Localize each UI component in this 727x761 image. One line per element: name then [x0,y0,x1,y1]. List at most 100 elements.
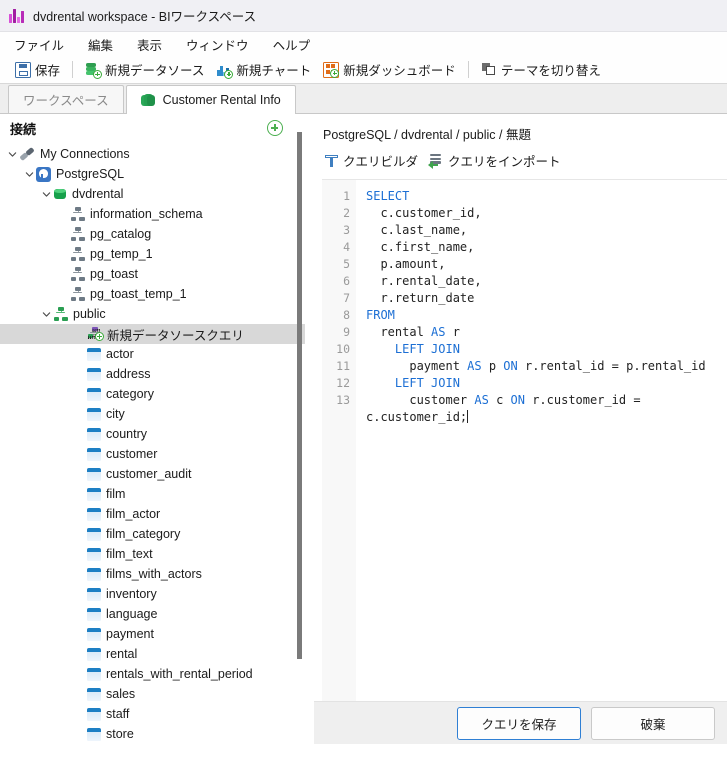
chevron-down-icon[interactable] [23,170,36,179]
tree-item-pg_toast_temp_1[interactable]: pg_toast_temp_1 [0,284,305,304]
sql-keyword: AS [467,359,482,373]
tree-item-films_with_actors[interactable]: films_with_actors [0,564,305,584]
sql-keyword: FROM [366,308,395,322]
line-number: 4 [343,240,350,254]
switch-theme-button[interactable]: テーマを切り替え [475,59,607,81]
tree-item-label: pg_catalog [90,227,152,241]
tab-workspace[interactable]: ワークスペース [8,85,124,113]
discard-button[interactable]: 破棄 [591,706,715,740]
sql-line: customer AS c ON r.customer_id = c.custo… [366,392,721,426]
tree-item-address[interactable]: address [0,364,305,384]
tree-item-dvdrental[interactable]: dvdrental [0,184,305,204]
save-query-button[interactable]: クエリを保存 [457,706,581,740]
new-datasource-label: 新規データソース [105,64,205,78]
save-button[interactable]: 保存 [9,59,66,81]
add-connection-icon[interactable] [267,120,283,136]
sql-text: r.rental_id = p.rental_id [517,359,706,373]
query-builder-button[interactable]: クエリビルダ [322,149,426,172]
title-bar: dvdrental workspace - BIワークスペース [0,0,727,32]
tree-item-PostgreSQL[interactable]: PostgreSQL [0,164,305,184]
editor-footer: クエリを保存 破棄 [314,701,727,744]
application-window: dvdrental workspace - BIワークスペース ファイル 編集 … [0,0,727,761]
menu-item-edit[interactable]: 編集 [84,33,124,56]
table-icon [87,627,101,641]
new-query-icon [87,327,104,341]
tree-item-film_text[interactable]: film_text [0,544,305,564]
line-number: 9 [343,325,350,339]
tree-item-label: films_with_actors [106,567,202,581]
tree-item-customer[interactable]: customer [0,444,305,464]
tree-item-label: film_text [106,547,153,561]
tree-item-label: address [106,367,151,381]
menu-item-view[interactable]: 表示 [133,33,173,56]
sql-code-area[interactable]: 1 2 3 4 5 6 7 8 9 10 11 12 13 SELECT c.customer_id, … [322,179,727,701]
import-query-label: クエリをインポート [448,155,561,169]
line-number: 7 [343,291,350,305]
chevron-down-icon[interactable] [40,190,53,199]
tree-item-label: payment [106,627,154,641]
tree-item-pg_toast[interactable]: pg_toast [0,264,305,284]
tree-item-rental[interactable]: rental [0,644,305,664]
tab-customer-rental-info[interactable]: Customer Rental Info [125,85,296,114]
sql-code-input[interactable]: SELECT c.customer_id, c.last_name, c.fir… [356,180,727,701]
connections-sidebar: 接続 My Connections PostgreSQL dvdrental info… [0,114,305,744]
tree-item-payment[interactable]: payment [0,624,305,644]
schema-icon [70,227,85,241]
new-datasource-button[interactable]: 新規データソース [79,59,210,81]
sql-keyword: LEFT JOIN [394,342,460,356]
tree-item-label: public [73,307,106,321]
menu-item-window[interactable]: ウィンドウ [182,33,260,56]
tree-item-city[interactable]: city [0,404,305,424]
tree-item-pg_catalog[interactable]: pg_catalog [0,224,305,244]
sidebar-editor-splitter[interactable] [305,114,314,761]
tree-item-film_category[interactable]: film_category [0,524,305,544]
tree-item-pg_temp_1[interactable]: pg_temp_1 [0,244,305,264]
tree-item-film[interactable]: film [0,484,305,504]
menu-item-help[interactable]: ヘルプ [269,33,322,56]
tree-item-label: pg_toast_temp_1 [90,287,187,301]
sql-text: r.rental_date, [366,274,482,288]
tree-item-category[interactable]: category [0,384,305,404]
tree-item-actor[interactable]: actor [0,344,305,364]
tree-item-country[interactable]: country [0,424,305,444]
sql-line: rental AS r [366,324,721,341]
import-query-icon [428,153,444,169]
tree-item-sales[interactable]: sales [0,684,305,704]
breadcrumb: PostgreSQL / dvdrental / public / 無題 [323,128,531,142]
new-chart-button[interactable]: 新規チャート [210,59,317,81]
line-number: 10 [336,342,350,356]
sidebar-scrollbar-thumb[interactable] [297,132,302,659]
tree-item-inventory[interactable]: inventory [0,584,305,604]
tree-item-rentals_with_rental_period[interactable]: rentals_with_rental_period [0,664,305,684]
plug-icon [19,146,35,162]
tree-item-MyConnections[interactable]: My Connections [0,144,305,164]
line-number: 11 [336,359,350,373]
tree-item-staff[interactable]: staff [0,704,305,724]
tree-item-customer_audit[interactable]: customer_audit [0,464,305,484]
table-icon [87,567,101,581]
chevron-down-icon[interactable] [6,150,19,159]
tree-item-public[interactable]: public [0,304,305,324]
sql-keyword: ON [503,359,518,373]
tree-item-film_actor[interactable]: film_actor [0,504,305,524]
import-query-button[interactable]: クエリをインポート [426,149,569,172]
new-dashboard-button[interactable]: 新規ダッシュボード [317,59,462,81]
schema-icon [70,287,85,301]
tree-item-information_schema[interactable]: information_schema [0,204,305,224]
sql-line: r.rental_date, [366,273,721,290]
table-icon [87,507,101,521]
sql-keyword: AS [474,393,489,407]
sql-line: c.last_name, [366,222,721,239]
new-dashboard-label: 新規ダッシュボード [343,64,456,78]
tree-item-[interactable]: 新規データソースクエリ [0,324,305,344]
tab-customer-rental-info-label: Customer Rental Info [162,93,281,107]
connections-tree[interactable]: My Connections PostgreSQL dvdrental informa… [0,142,305,744]
tree-item-language[interactable]: language [0,604,305,624]
sql-text: customer [366,393,475,407]
tree-item-store[interactable]: store [0,724,305,744]
menu-item-file[interactable]: ファイル [10,33,75,56]
chevron-down-icon[interactable] [40,310,53,319]
table-icon [87,547,101,561]
tree-item-label: inventory [106,587,157,601]
sql-line: payment AS p ON r.rental_id = p.rental_i… [366,358,721,375]
